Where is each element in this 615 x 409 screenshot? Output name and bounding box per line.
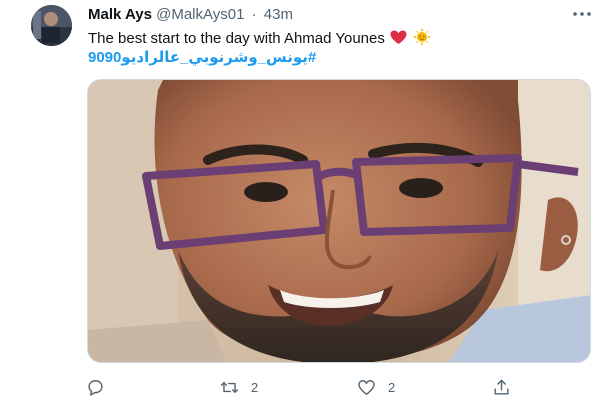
reply-button[interactable] (86, 374, 105, 400)
tweet[interactable]: Malk Ays @MalkAys01 · 43m The best start… (0, 0, 615, 409)
tweet-body: The best start to the day with Ahmad You… (88, 30, 385, 47)
share-icon (494, 379, 509, 395)
hashtag-link[interactable]: #يونس_وشرنوبي_عالراديو9090 (88, 48, 316, 67)
user-handle[interactable]: @MalkAys01 (156, 6, 244, 23)
reply-icon (88, 379, 103, 396)
like-count: 2 (388, 379, 396, 395)
tweet-actions: 2 2 (0, 374, 615, 400)
heart-icon (358, 379, 375, 395)
retweet-button[interactable]: 2 (220, 374, 258, 400)
tweet-text: The best start to the day with Ahmad You… (88, 28, 432, 48)
display-name[interactable]: Malk Ays (88, 6, 152, 23)
red-heart-icon (390, 30, 407, 44)
retweet-icon (220, 381, 239, 393)
tweet-photo[interactable] (87, 79, 591, 363)
more-options-icon[interactable] (570, 6, 594, 22)
sun-with-face-icon (413, 28, 432, 46)
avatar[interactable] (31, 5, 72, 46)
timestamp[interactable]: 43m (264, 6, 293, 23)
share-button[interactable] (492, 374, 511, 400)
tweet-header: Malk Ays @MalkAys01 · 43m (88, 6, 293, 24)
retweet-count: 2 (251, 379, 259, 395)
separator-dot: · (251, 6, 257, 23)
like-button[interactable]: 2 (357, 374, 395, 400)
